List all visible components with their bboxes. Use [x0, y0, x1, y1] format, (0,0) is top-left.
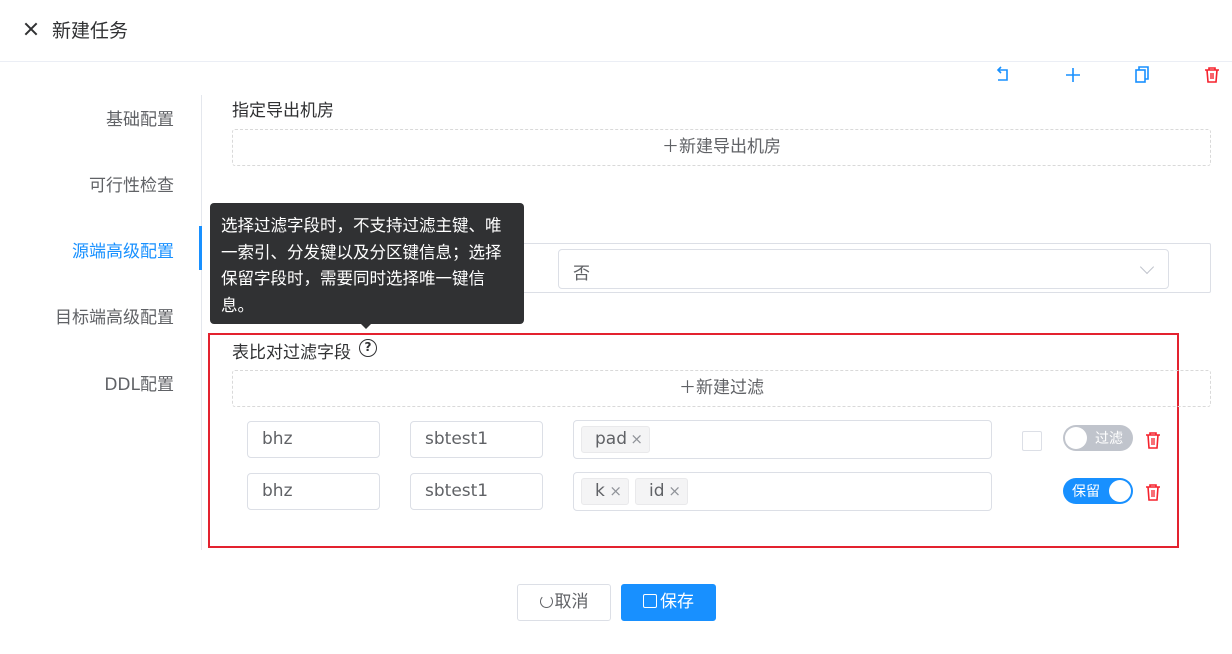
switch-label: 保留: [1072, 484, 1100, 500]
switch-knob: [1109, 480, 1131, 502]
fields-tag-input[interactable]: pad ×: [573, 420, 992, 459]
nav-item-feasibility[interactable]: 可行性检查: [89, 171, 174, 196]
tooltip-arrow: [360, 323, 372, 329]
nav-item-ddl[interactable]: DDL配置: [104, 370, 174, 395]
db-input[interactable]: bhz: [247, 421, 380, 458]
save-icon: [643, 594, 657, 608]
copy-icon[interactable]: [1131, 64, 1153, 86]
cancel-button[interactable]: 取消: [517, 584, 611, 621]
add-export-room-button[interactable]: ＋新建导出机房: [232, 129, 1211, 166]
close-icon[interactable]: ×: [630, 427, 643, 452]
add-filter-button[interactable]: ＋新建过滤: [232, 370, 1211, 407]
save-button[interactable]: 保存: [621, 584, 716, 621]
filter-mode-switch[interactable]: 保留: [1063, 478, 1133, 504]
cancel-label: 取消: [554, 592, 589, 612]
row-checkbox[interactable]: [1022, 431, 1042, 451]
nav-active-indicator: [199, 226, 202, 270]
close-icon[interactable]: ×: [609, 479, 622, 504]
drawer-header: 新建任务: [0, 0, 1232, 62]
question-icon[interactable]: ?: [359, 339, 377, 357]
refresh-icon: [539, 595, 553, 608]
field-tag: id ×: [635, 478, 688, 505]
field-tag: pad ×: [581, 426, 650, 453]
field-tag-label: pad: [595, 429, 627, 449]
filter-fields-label: 表比对过滤字段: [232, 343, 351, 363]
nav-item-target-advanced[interactable]: 目标端高级配置: [55, 303, 174, 328]
delete-row-icon[interactable]: [1144, 482, 1162, 502]
select-value: 否: [573, 264, 590, 284]
export-room-label: 指定导出机房: [232, 101, 334, 121]
nav-item-source-advanced[interactable]: 源端高级配置: [72, 237, 174, 262]
field-tag: k ×: [581, 478, 629, 505]
switch-label: 过滤: [1095, 431, 1123, 447]
field-tag-label: k: [595, 481, 605, 501]
trash-icon[interactable]: [1201, 64, 1223, 86]
save-label: 保存: [660, 592, 694, 612]
nav-divider: [201, 95, 202, 550]
close-icon[interactable]: ×: [668, 479, 681, 504]
undo-icon[interactable]: [992, 64, 1014, 86]
nav-item-basic[interactable]: 基础配置: [106, 105, 174, 130]
close-icon[interactable]: [18, 16, 44, 42]
switch-knob: [1065, 427, 1087, 449]
table-input[interactable]: sbtest1: [410, 421, 543, 458]
page-title: 新建任务: [52, 20, 129, 42]
help-tooltip: 选择过滤字段时，不支持过滤主键、唯一索引、分发键以及分区键信息；选择保留字段时，…: [210, 203, 524, 324]
filter-mode-switch[interactable]: 过滤: [1063, 425, 1133, 451]
delete-row-icon[interactable]: [1144, 430, 1162, 450]
table-input[interactable]: sbtest1: [410, 473, 543, 510]
option-select[interactable]: 否: [558, 249, 1169, 289]
plus-icon[interactable]: [1062, 64, 1084, 86]
fields-tag-input[interactable]: k × id ×: [573, 472, 992, 511]
db-input[interactable]: bhz: [247, 473, 380, 510]
chevron-down-icon: [1139, 259, 1155, 275]
tooltip-text: 选择过滤字段时，不支持过滤主键、唯一索引、分发键以及分区键信息；选择保留字段时，…: [221, 216, 502, 315]
field-tag-label: id: [649, 481, 665, 501]
